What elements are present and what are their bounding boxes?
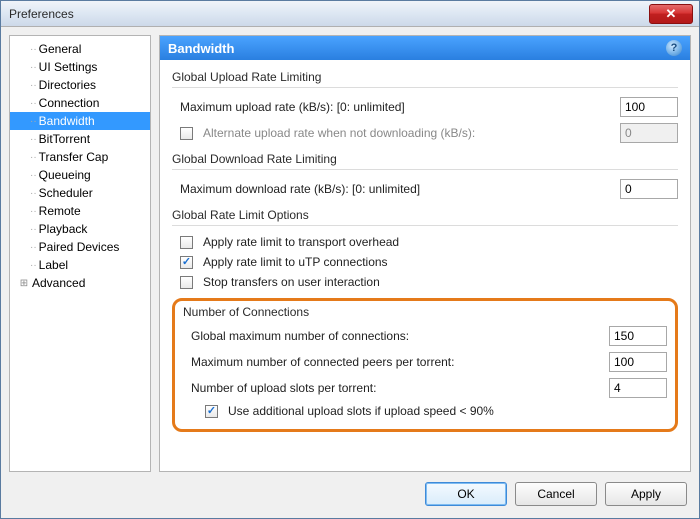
tree-item-bittorrent[interactable]: ··BitTorrent bbox=[10, 130, 150, 148]
row-upload-slots: Number of upload slots per torrent: bbox=[183, 375, 667, 401]
category-tree[interactable]: ··General··UI Settings··Directories··Con… bbox=[9, 35, 151, 472]
input-max-upload[interactable] bbox=[620, 97, 678, 117]
group-title: Global Rate Limit Options bbox=[172, 208, 678, 226]
label-upload-slots: Number of upload slots per torrent: bbox=[191, 381, 603, 395]
cancel-button[interactable]: Cancel bbox=[515, 482, 597, 506]
tree-item-scheduler[interactable]: ··Scheduler bbox=[10, 184, 150, 202]
tree-item-ui-settings[interactable]: ··UI Settings bbox=[10, 58, 150, 76]
help-icon[interactable]: ? bbox=[666, 40, 682, 56]
row-global-max: Global maximum number of connections: bbox=[183, 323, 667, 349]
tree-item-label: Paired Devices bbox=[39, 240, 120, 254]
tree-item-directories[interactable]: ··Directories bbox=[10, 76, 150, 94]
tree-item-label: Directories bbox=[39, 78, 96, 92]
tree-item-queueing[interactable]: ··Queueing bbox=[10, 166, 150, 184]
client-area: ··General··UI Settings··Directories··Con… bbox=[1, 27, 699, 518]
close-icon: ✕ bbox=[666, 6, 677, 22]
preferences-window: Preferences ✕ ··General··UI Settings··Di… bbox=[0, 0, 700, 519]
group-upload-limit: Global Upload Rate Limiting Maximum uplo… bbox=[172, 70, 678, 146]
apply-button[interactable]: Apply bbox=[605, 482, 687, 506]
tree-item-label: BitTorrent bbox=[39, 132, 90, 146]
tree-item-label: Bandwidth bbox=[39, 114, 95, 128]
footer: OK Cancel Apply bbox=[9, 472, 691, 510]
input-global-max[interactable] bbox=[609, 326, 667, 346]
input-alt-upload bbox=[620, 123, 678, 143]
tree-item-label: Advanced bbox=[32, 276, 85, 290]
tree-item-label: Label bbox=[39, 258, 68, 272]
tree-item-label: Scheduler bbox=[39, 186, 93, 200]
input-max-download[interactable] bbox=[620, 179, 678, 199]
label-max-upload: Maximum upload rate (kB/s): [0: unlimite… bbox=[180, 100, 614, 114]
window-title: Preferences bbox=[9, 7, 649, 21]
group-title: Global Download Rate Limiting bbox=[172, 152, 678, 170]
label-utp: Apply rate limit to uTP connections bbox=[203, 255, 678, 269]
row-max-upload: Maximum upload rate (kB/s): [0: unlimite… bbox=[172, 94, 678, 120]
tree-item-general[interactable]: ··General bbox=[10, 40, 150, 58]
group-title: Global Upload Rate Limiting bbox=[172, 70, 678, 88]
tree-item-transfer-cap[interactable]: ··Transfer Cap bbox=[10, 148, 150, 166]
tree-item-paired-devices[interactable]: ··Paired Devices bbox=[10, 238, 150, 256]
tree-item-label: Connection bbox=[39, 96, 100, 110]
tree-item-label: Playback bbox=[39, 222, 88, 236]
label-peers-per-torrent: Maximum number of connected peers per to… bbox=[191, 355, 603, 369]
tree-item-label: Queueing bbox=[39, 168, 91, 182]
panel-header: Bandwidth ? bbox=[160, 36, 690, 60]
tree-item-label: Remote bbox=[39, 204, 81, 218]
checkbox-utp[interactable] bbox=[180, 256, 193, 269]
checkbox-alt-upload[interactable] bbox=[180, 127, 193, 140]
ok-button[interactable]: OK bbox=[425, 482, 507, 506]
label-global-max: Global maximum number of connections: bbox=[191, 329, 603, 343]
group-title: Number of Connections bbox=[183, 305, 667, 321]
group-download-limit: Global Download Rate Limiting Maximum do… bbox=[172, 152, 678, 202]
tree-item-connection[interactable]: ··Connection bbox=[10, 94, 150, 112]
row-alt-upload: Alternate upload rate when not downloadi… bbox=[172, 120, 678, 146]
body: ··General··UI Settings··Directories··Con… bbox=[9, 35, 691, 472]
checkbox-stop[interactable] bbox=[180, 276, 193, 289]
checkbox-extra-slots[interactable] bbox=[205, 405, 218, 418]
label-extra-slots: Use additional upload slots if upload sp… bbox=[228, 404, 667, 418]
settings-panel: Bandwidth ? Global Upload Rate Limiting … bbox=[159, 35, 691, 472]
group-rate-options: Global Rate Limit Options Apply rate lim… bbox=[172, 208, 678, 292]
tree-item-label[interactable]: ··Label bbox=[10, 256, 150, 274]
label-stop: Stop transfers on user interaction bbox=[203, 275, 678, 289]
tree-item-bandwidth[interactable]: ··Bandwidth bbox=[10, 112, 150, 130]
row-max-download: Maximum download rate (kB/s): [0: unlimi… bbox=[172, 176, 678, 202]
titlebar: Preferences ✕ bbox=[1, 1, 699, 27]
panel-title: Bandwidth bbox=[168, 41, 234, 56]
row-overhead: Apply rate limit to transport overhead bbox=[172, 232, 678, 252]
label-alt-upload: Alternate upload rate when not downloadi… bbox=[203, 126, 614, 140]
tree-item-label: UI Settings bbox=[39, 60, 98, 74]
row-peers-per-torrent: Maximum number of connected peers per to… bbox=[183, 349, 667, 375]
panel-body: Global Upload Rate Limiting Maximum uplo… bbox=[160, 60, 690, 471]
close-button[interactable]: ✕ bbox=[649, 4, 693, 24]
checkbox-overhead[interactable] bbox=[180, 236, 193, 249]
label-max-download: Maximum download rate (kB/s): [0: unlimi… bbox=[180, 182, 614, 196]
row-stop: Stop transfers on user interaction bbox=[172, 272, 678, 292]
row-extra-slots: Use additional upload slots if upload sp… bbox=[183, 401, 667, 421]
tree-item-label: General bbox=[39, 42, 82, 56]
tree-item-advanced[interactable]: ⊞Advanced bbox=[10, 274, 150, 292]
label-overhead: Apply rate limit to transport overhead bbox=[203, 235, 678, 249]
tree-item-label: Transfer Cap bbox=[39, 150, 109, 164]
group-connections-highlight: Number of Connections Global maximum num… bbox=[172, 298, 678, 432]
row-utp: Apply rate limit to uTP connections bbox=[172, 252, 678, 272]
tree-item-remote[interactable]: ··Remote bbox=[10, 202, 150, 220]
expand-icon[interactable]: ⊞ bbox=[18, 278, 30, 289]
input-upload-slots[interactable] bbox=[609, 378, 667, 398]
input-peers-per-torrent[interactable] bbox=[609, 352, 667, 372]
tree-item-playback[interactable]: ··Playback bbox=[10, 220, 150, 238]
